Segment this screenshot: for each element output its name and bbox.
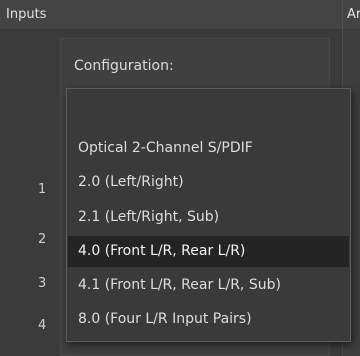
tab-divider bbox=[342, 0, 343, 30]
dropdown-option-2-1[interactable]: 2.1 (Left/Right, Sub) bbox=[68, 202, 349, 233]
dropdown-option-2-0[interactable]: 2.0 (Left/Right) bbox=[68, 167, 349, 198]
dropdown-option-4-0[interactable]: 4.0 (Front L/R, Rear L/R) bbox=[68, 236, 349, 267]
input-row-number: 4 bbox=[38, 318, 47, 333]
tab-bar: Inputs Ar bbox=[0, 0, 360, 30]
dropdown-option-optical-spdif[interactable]: Optical 2-Channel S/PDIF bbox=[68, 133, 349, 164]
tab-next[interactable]: Ar bbox=[347, 7, 360, 22]
configuration-dropdown-list[interactable]: Optical 2-Channel S/PDIF 2.0 (Left/Right… bbox=[66, 88, 351, 342]
configuration-label: Configuration: bbox=[74, 58, 174, 74]
input-row-number: 2 bbox=[38, 232, 47, 247]
input-row-number: 1 bbox=[38, 182, 47, 197]
input-row-number: 3 bbox=[38, 276, 47, 291]
tab-inputs[interactable]: Inputs bbox=[6, 7, 46, 22]
dropdown-option-4-1[interactable]: 4.1 (Front L/R, Rear L/R, Sub) bbox=[68, 270, 349, 301]
dropdown-option-8-0[interactable]: 8.0 (Four L/R Input Pairs) bbox=[68, 304, 349, 335]
dropdown-option-blank[interactable] bbox=[68, 97, 349, 128]
